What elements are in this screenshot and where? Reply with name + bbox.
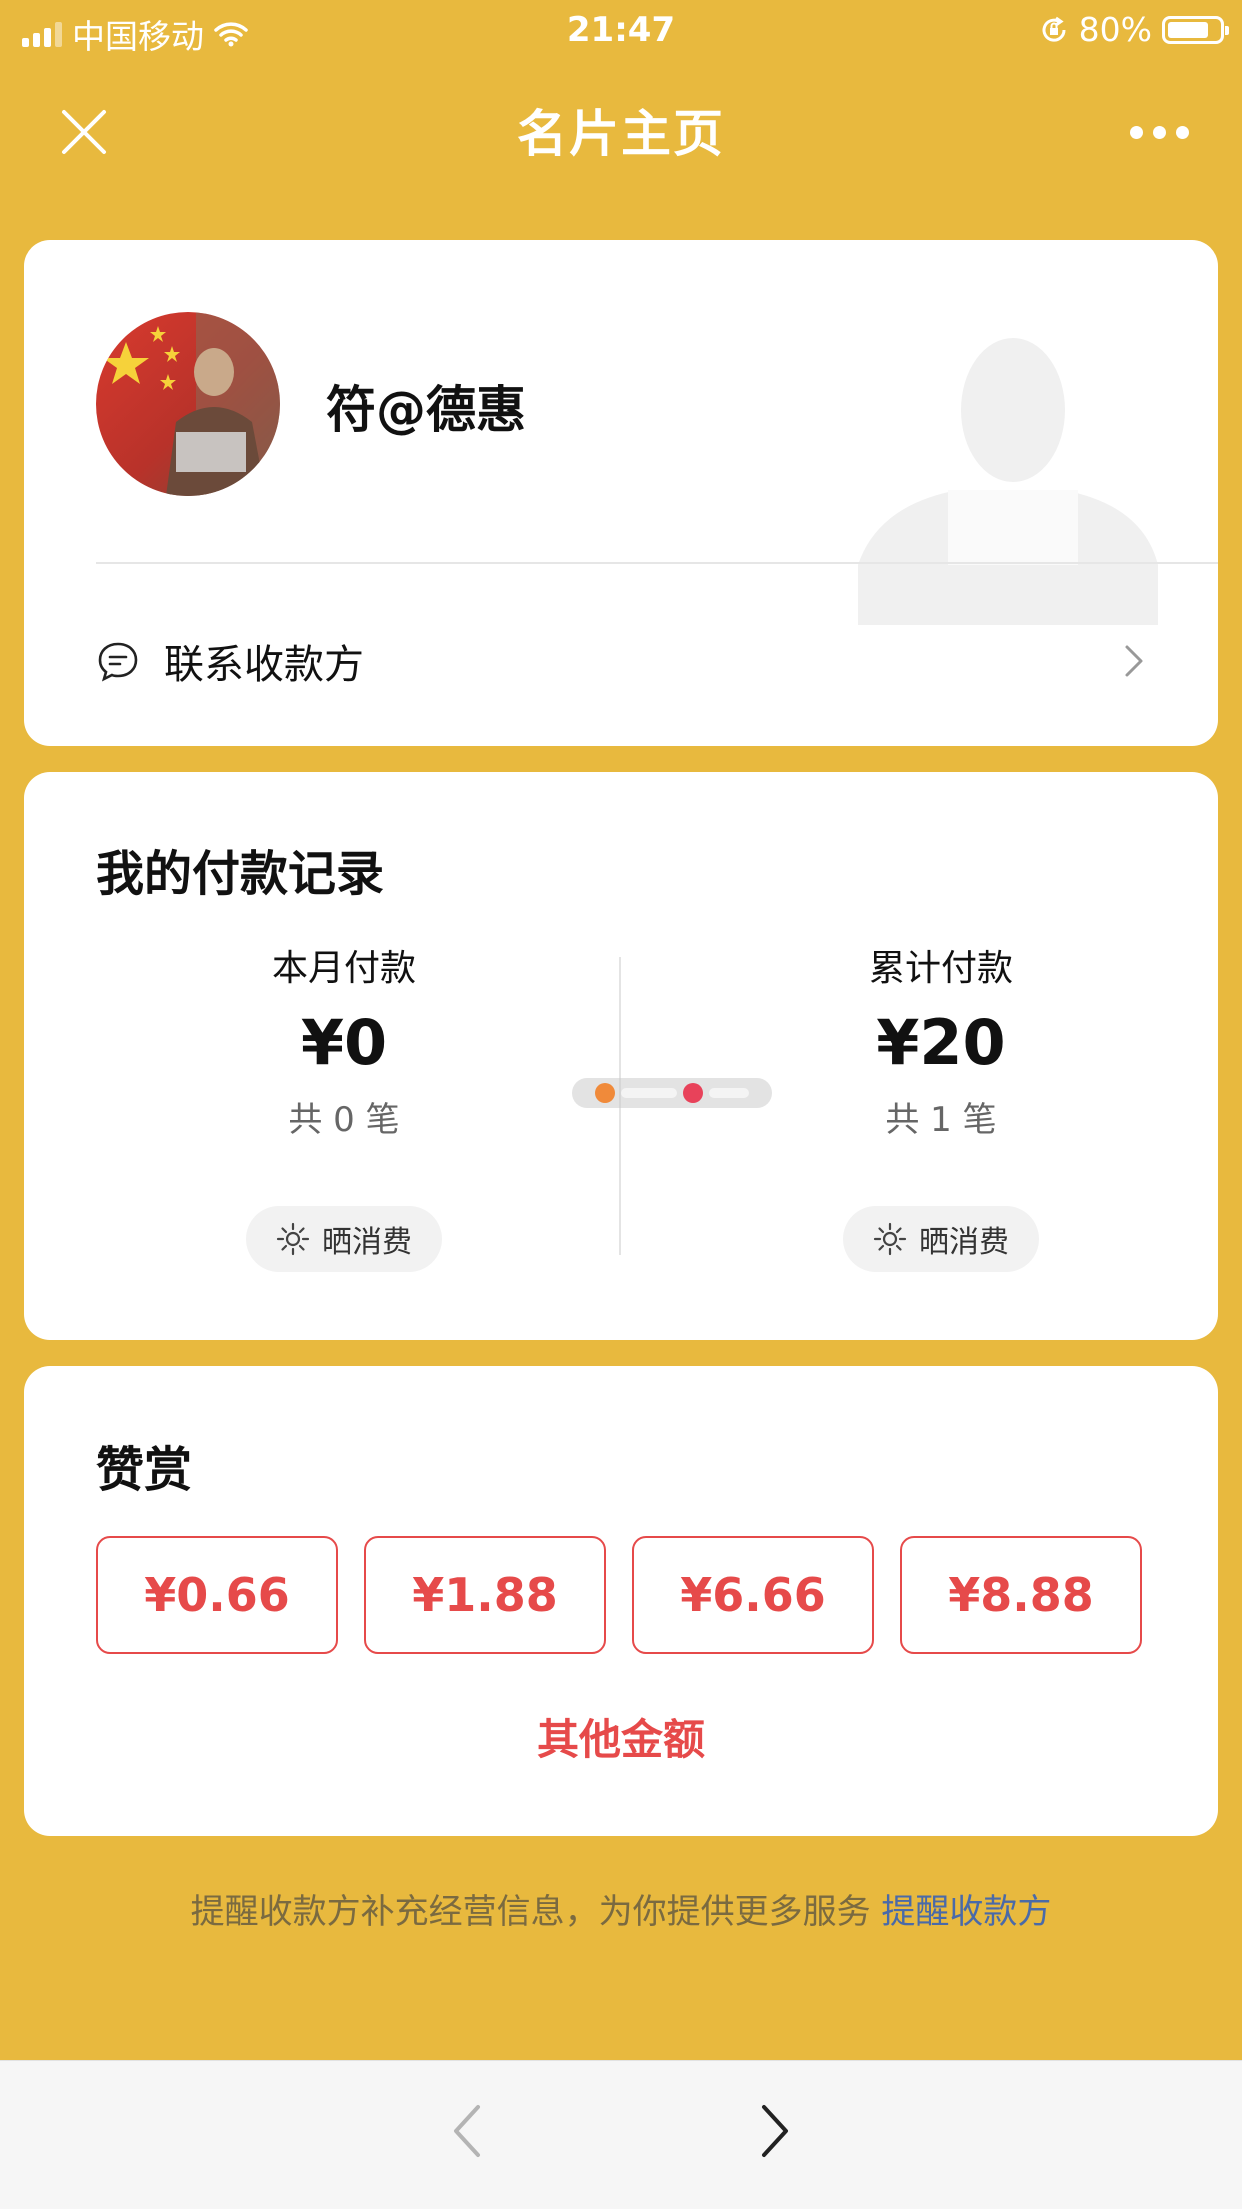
share-total-button[interactable]: 晒消费 [843, 1206, 1039, 1272]
reward-amount-button[interactable]: ¥6.66 [632, 1536, 874, 1654]
payment-records-card: 我的付款记录 本月付款 ¥0 共 0 笔 晒消费 累计付款 ¥20 共 1 笔 … [24, 772, 1218, 1340]
watermark-logo-icon [595, 1083, 615, 1103]
person-silhouette-icon [858, 338, 1158, 625]
more-dot [1152, 125, 1166, 139]
month-payment-column: 本月付款 ¥0 共 0 笔 晒消费 [134, 942, 554, 1272]
reward-amount-button[interactable]: ¥1.88 [364, 1536, 606, 1654]
orientation-lock-icon [1042, 16, 1066, 42]
chat-bubble-icon [98, 642, 138, 682]
reward-title: 赞赏 [96, 1442, 193, 1498]
total-payment-amount: ¥20 [876, 1006, 1006, 1079]
more-dot [1129, 125, 1143, 139]
sun-icon [276, 1222, 310, 1256]
status-bar: 中国移动 21:47 80% [0, 0, 1242, 62]
reward-amount-row: ¥0.66 ¥1.88 ¥6.66 ¥8.88 [96, 1536, 1142, 1654]
footer-note: 提醒收款方补充经营信息，为你提供更多服务 提醒收款方 [0, 1884, 1242, 1933]
total-payment-label: 累计付款 [868, 948, 1013, 989]
chevron-right-icon [762, 2105, 788, 2157]
sun-icon [873, 1222, 907, 1256]
watermark-text-bar [621, 1088, 677, 1098]
total-payment-count: 共 1 笔 [885, 1100, 997, 1140]
payment-records-title: 我的付款记录 [96, 846, 385, 902]
contact-payee-label: 联系收款方 [164, 642, 364, 688]
avatar-image [96, 312, 280, 496]
footer-note-text: 提醒收款方补充经营信息，为你提供更多服务 [190, 1892, 871, 1932]
chevron-right-icon [1125, 645, 1143, 677]
reward-amount-button[interactable]: ¥0.66 [96, 1536, 338, 1654]
share-month-label: 晒消费 [322, 1225, 412, 1260]
forward-button[interactable] [742, 2101, 802, 2161]
page-title: 名片主页 [517, 105, 725, 163]
battery-icon [1162, 15, 1229, 44]
total-payment-column: 累计付款 ¥20 共 1 笔 晒消费 [731, 942, 1151, 1272]
profile-card: 符@德惠 联系收款方 [24, 240, 1218, 746]
reward-card: 赞赏 ¥0.66 ¥1.88 ¥6.66 ¥8.88 其他金额 [24, 1366, 1218, 1836]
avatar[interactable] [96, 312, 280, 496]
bottom-toolbar [0, 2060, 1242, 2209]
remind-payee-link[interactable]: 提醒收款方 [881, 1892, 1051, 1932]
battery-label: 80% [1078, 10, 1152, 49]
status-right: 80% [1039, 10, 1229, 49]
month-payment-label: 本月付款 [271, 948, 416, 989]
nav-bar: 名片主页 [0, 62, 1242, 190]
chevron-left-icon [454, 2105, 480, 2157]
share-total-label: 晒消费 [919, 1225, 1009, 1260]
more-dot [1175, 125, 1189, 139]
divider [96, 562, 1218, 564]
month-payment-count: 共 0 笔 [288, 1100, 400, 1140]
back-button[interactable] [440, 2101, 500, 2161]
profile-name: 符@德惠 [326, 381, 526, 439]
month-payment-amount: ¥0 [300, 1006, 388, 1079]
other-amount-link[interactable]: 其他金额 [24, 1706, 1218, 1767]
reward-amount-button[interactable]: ¥8.88 [900, 1536, 1142, 1654]
share-month-button[interactable]: 晒消费 [246, 1206, 442, 1272]
watermark-logo-icon [683, 1083, 703, 1103]
more-button[interactable] [1126, 112, 1192, 152]
contact-payee-row[interactable]: 联系收款方 [96, 614, 1146, 708]
